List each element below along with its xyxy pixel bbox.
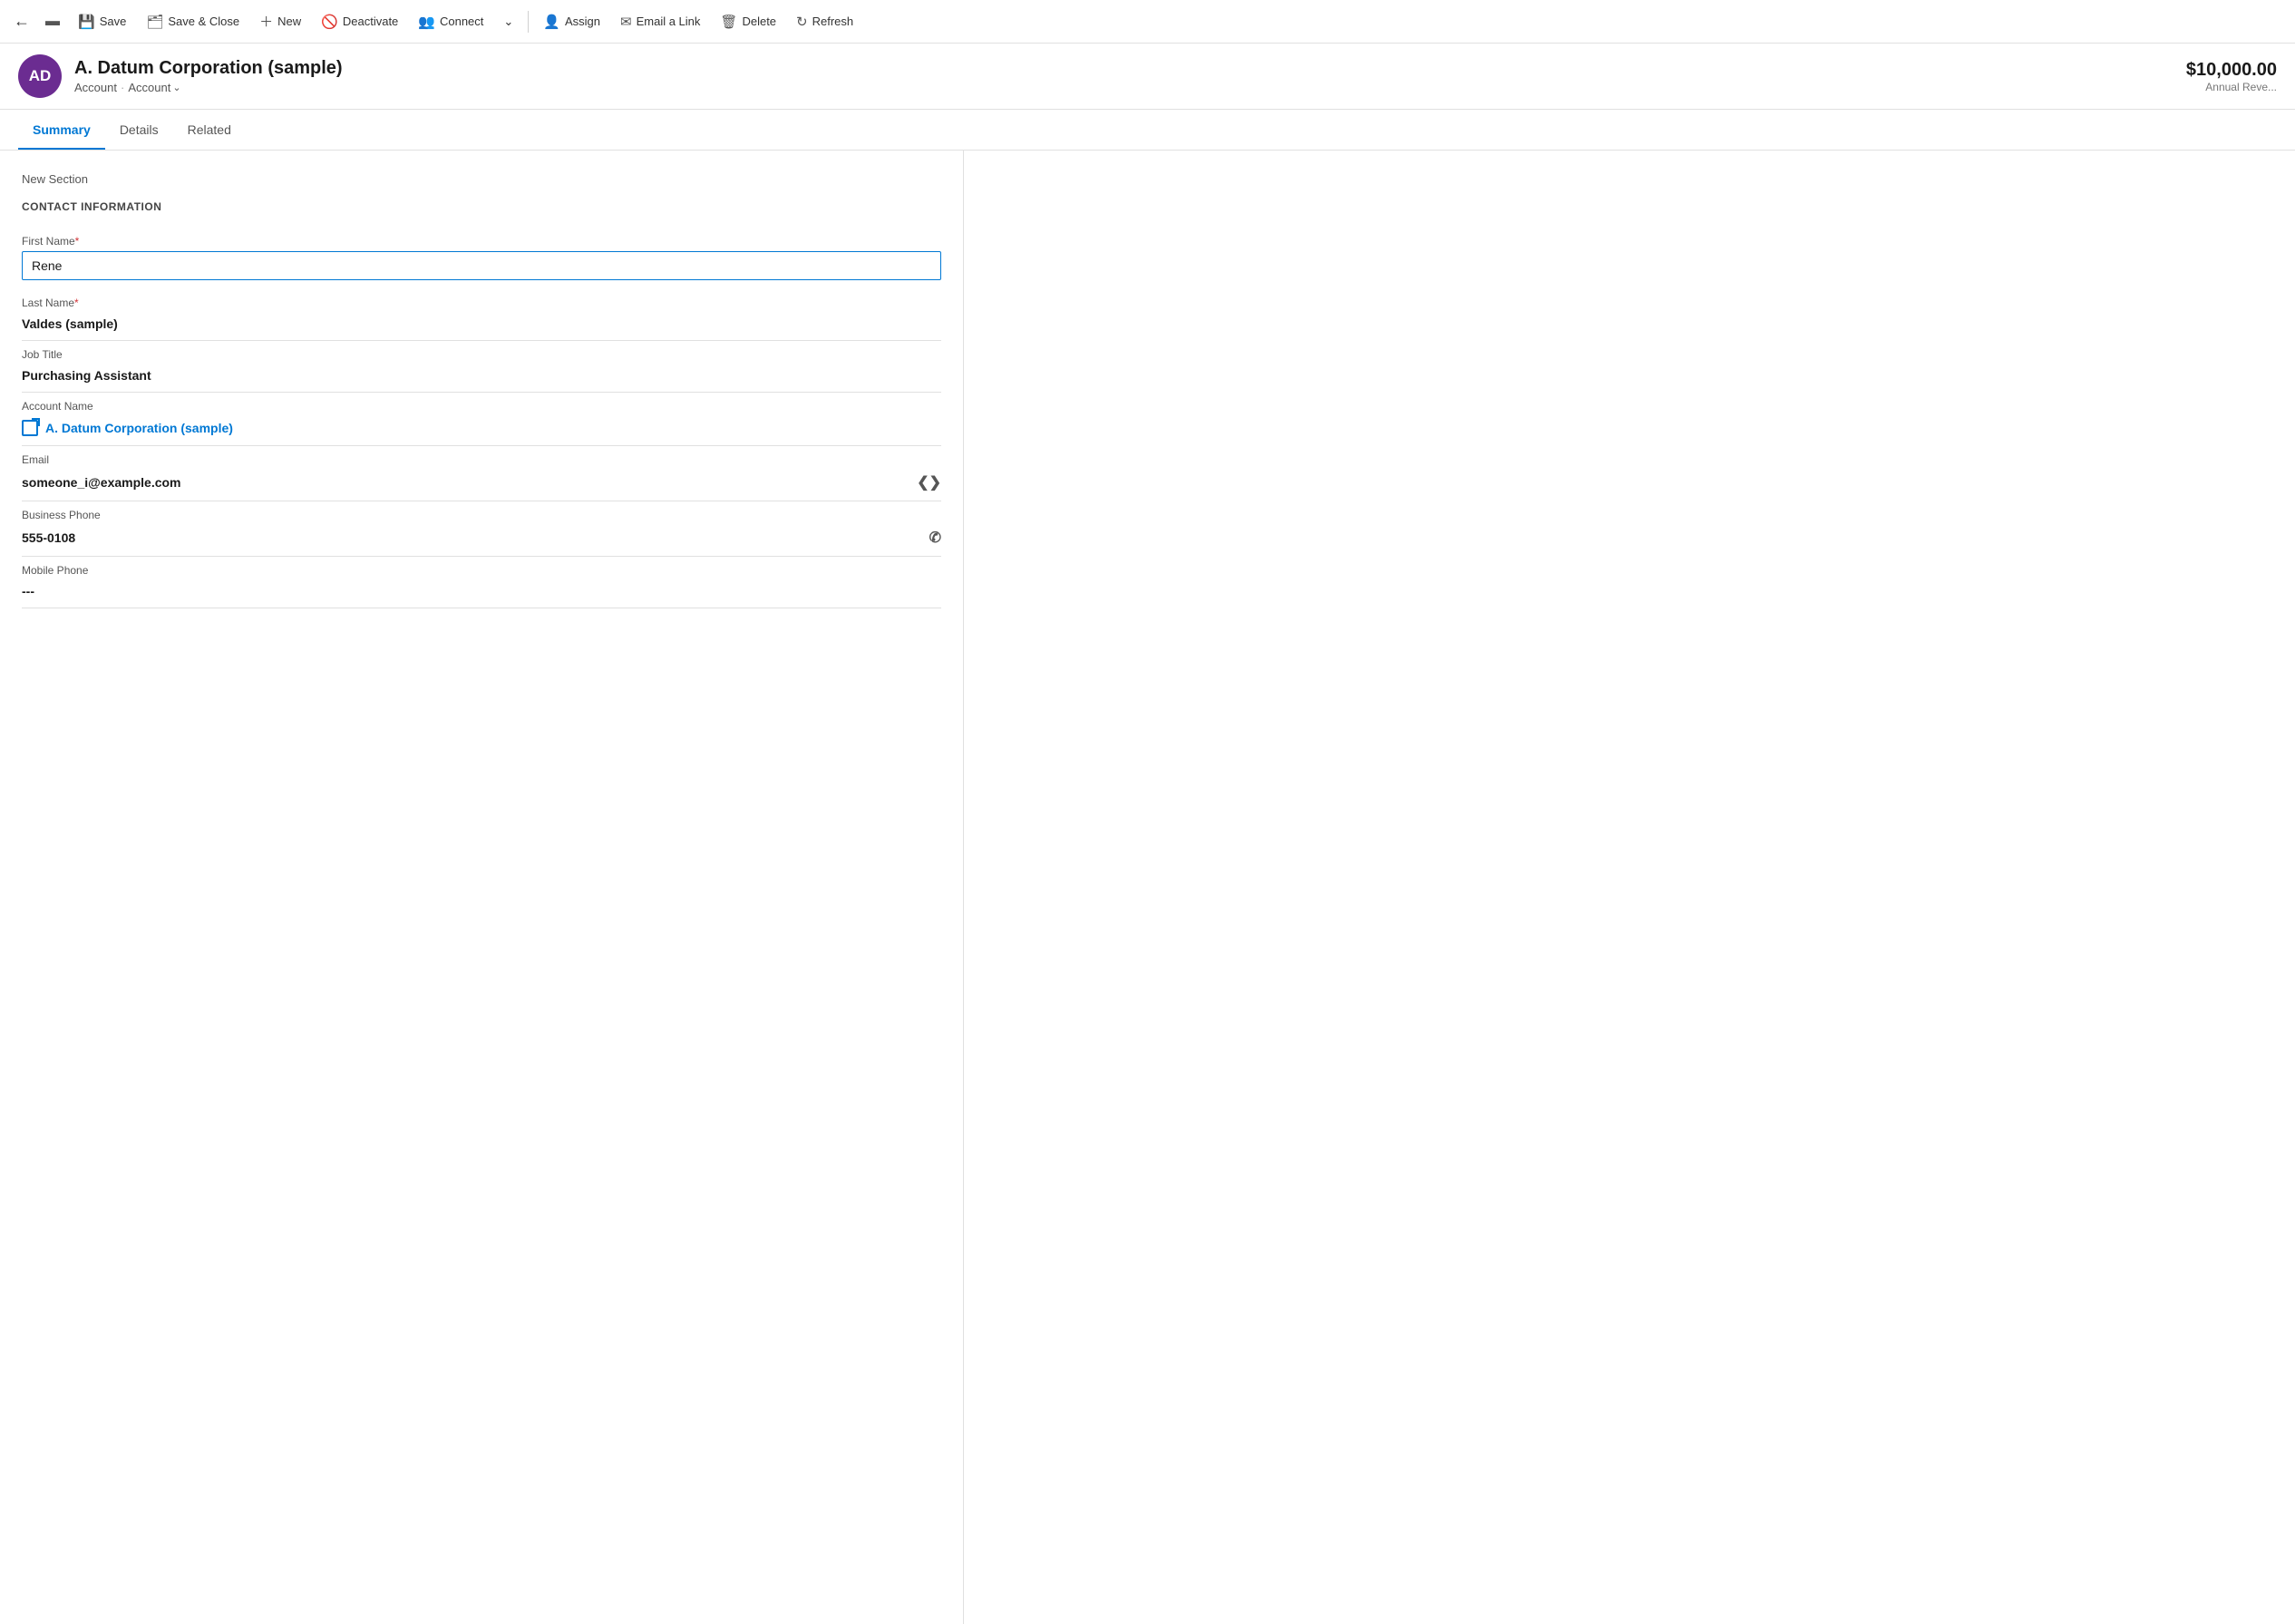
job-title-field: Job Title Purchasing Assistant — [0, 341, 963, 393]
first-name-required: * — [75, 235, 80, 248]
email-link-button[interactable]: ✉ Email a Link — [611, 8, 709, 35]
job-title-value[interactable]: Purchasing Assistant — [22, 365, 941, 393]
assign-icon: 👤 — [543, 14, 560, 30]
record-info: A. Datum Corporation (sample) Account · … — [74, 58, 343, 94]
tabs-bar: Summary Details Related — [0, 110, 2295, 151]
tab-details[interactable]: Details — [105, 110, 173, 150]
account-name-field: Account Name A. Datum Corporation (sampl… — [0, 393, 963, 446]
phone-action-icon[interactable]: ✆ — [929, 529, 941, 547]
tab-related[interactable]: Related — [173, 110, 246, 150]
mobile-phone-label: Mobile Phone — [22, 564, 941, 577]
contact-info-header: CONTACT INFORMATION — [0, 197, 963, 228]
record-header: AD A. Datum Corporation (sample) Account… — [0, 44, 2295, 110]
account-name-label: Account Name — [22, 400, 941, 413]
save-close-icon: 🗂 — [146, 14, 163, 30]
save-close-button[interactable]: 🗂 Save & Close — [137, 8, 248, 35]
business-phone-label: Business Phone — [22, 509, 941, 521]
business-phone-text[interactable]: 555-0108 — [22, 530, 75, 545]
refresh-button[interactable]: ↻ Refresh — [787, 8, 862, 35]
last-name-value[interactable]: Valdes (sample) — [22, 313, 941, 341]
delete-button[interactable]: 🗑 Delete — [711, 8, 785, 35]
save-button[interactable]: 💾 Save — [69, 8, 135, 35]
assign-button[interactable]: 👤 Assign — [534, 8, 609, 35]
avatar: AD — [18, 54, 62, 98]
record-title: A. Datum Corporation (sample) — [74, 58, 343, 79]
connect-icon: 👥 — [418, 14, 435, 30]
record-subtitle: Account · Account ⌄ — [74, 81, 343, 94]
email-text[interactable]: someone_i@example.com — [22, 475, 181, 490]
breadcrumb-1: Account — [74, 81, 117, 94]
job-title-label: Job Title — [22, 348, 941, 361]
breadcrumb-2-dropdown[interactable]: Account ⌄ — [128, 81, 180, 94]
account-link-icon — [22, 420, 38, 436]
annual-revenue-amount: $10,000.00 — [2186, 60, 2277, 81]
connect-button[interactable]: 👥 Connect — [409, 8, 492, 35]
email-field: Email someone_i@example.com ❮❯ — [0, 446, 963, 501]
toolbar-divider — [528, 11, 529, 33]
first-name-field: First Name* — [0, 228, 963, 289]
new-button[interactable]: ＋ New — [250, 6, 310, 36]
business-phone-field: Business Phone 555-0108 ✆ — [0, 501, 963, 557]
business-phone-value: 555-0108 ✆ — [22, 525, 941, 557]
mobile-phone-value[interactable]: --- — [22, 580, 941, 608]
mobile-phone-field: Mobile Phone --- — [0, 557, 963, 608]
new-icon: ＋ — [259, 12, 273, 31]
right-panel — [964, 151, 2295, 1624]
account-name-value[interactable]: A. Datum Corporation (sample) — [22, 416, 941, 446]
email-value: someone_i@example.com ❮❯ — [22, 470, 941, 501]
subtitle-dot: · — [121, 81, 124, 94]
first-name-label: First Name* — [22, 235, 941, 248]
toolbar: ← ▬ 💾 Save 🗂 Save & Close ＋ New 🚫 Deacti… — [0, 0, 2295, 44]
more-button[interactable]: ⌄ — [494, 9, 522, 34]
back-button[interactable]: ← — [7, 7, 36, 36]
chevron-down-icon: ⌄ — [172, 82, 180, 93]
last-name-field: Last Name* Valdes (sample) — [0, 289, 963, 341]
email-link-icon: ✉ — [620, 14, 632, 30]
last-name-label: Last Name* — [22, 297, 941, 309]
deactivate-button[interactable]: 🚫 Deactivate — [312, 8, 407, 35]
record-header-right: $10,000.00 Annual Reve... — [2186, 60, 2277, 93]
refresh-icon: ↻ — [796, 14, 808, 30]
deactivate-icon: 🚫 — [321, 14, 338, 30]
last-name-required: * — [74, 297, 79, 309]
panel-toggle-button[interactable]: ▬ — [38, 7, 67, 36]
annual-revenue-label: Annual Reve... — [2186, 81, 2277, 93]
email-label: Email — [22, 453, 941, 466]
new-section-label: New Section — [0, 169, 963, 197]
first-name-input[interactable] — [22, 251, 941, 280]
delete-icon: 🗑 — [720, 14, 737, 30]
left-panel: New Section CONTACT INFORMATION First Na… — [0, 151, 964, 1624]
record-header-left: AD A. Datum Corporation (sample) Account… — [18, 54, 343, 98]
email-action-icon[interactable]: ❮❯ — [917, 473, 941, 491]
tab-summary[interactable]: Summary — [18, 110, 105, 150]
save-icon: 💾 — [78, 14, 95, 30]
main-content: New Section CONTACT INFORMATION First Na… — [0, 151, 2295, 1624]
